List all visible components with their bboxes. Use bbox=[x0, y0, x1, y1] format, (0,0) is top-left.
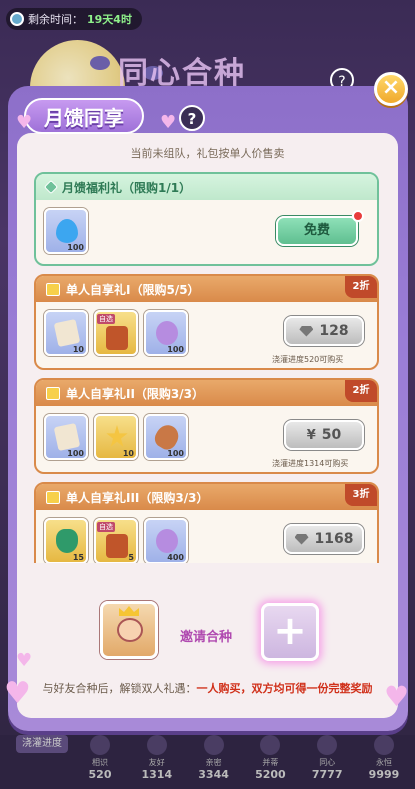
buy-button[interactable]: 128 bbox=[284, 316, 364, 346]
pack-header: 单人自享礼II（限购3/3） bbox=[36, 380, 377, 406]
pack-header: 月馈福利礼（限购1/1） bbox=[36, 174, 377, 200]
invite-friend-button[interactable]: + bbox=[261, 603, 319, 661]
progress-node: 并蒂 5200 bbox=[245, 735, 295, 781]
scroll-icon[interactable]: 100 bbox=[44, 414, 88, 460]
discount-badge: 2折 bbox=[345, 276, 377, 298]
discount-badge: 3折 bbox=[345, 484, 377, 506]
footer-highlight: 一人购买，双方均可得一份完整奖励 bbox=[196, 682, 373, 695]
progress-node: 相识 520 bbox=[75, 735, 125, 781]
player-avatar bbox=[100, 601, 158, 659]
node-icon bbox=[203, 735, 224, 755]
mystery-orb-icon[interactable]: 100 bbox=[144, 310, 188, 356]
pack-name: 月馈福利礼（限购1/1） bbox=[62, 180, 192, 195]
time-value: 19天4时 bbox=[87, 13, 132, 26]
progress-node: 友好 1314 bbox=[132, 735, 182, 781]
chest-icon[interactable]: 自选 bbox=[94, 310, 138, 356]
top-bar: 剩余时间： 19天4时 bbox=[0, 0, 415, 38]
progress-nodes: 相识 520 友好 1314 亲密 3344 并蒂 5200 同心 7777 永恒 9999 bbox=[75, 735, 415, 781]
progress-node: 亲密 3344 bbox=[189, 735, 239, 781]
buy-button[interactable]: ¥ 50 bbox=[284, 420, 364, 450]
pack-card: 单人自享礼II（限购3/3） 2折 100 10 100 ¥ 50 浇灌进度13… bbox=[34, 378, 379, 474]
pack-list[interactable]: 月馈福利礼（限购1/1） 100 免费 单人自享礼I（限购5/5） 2折 10 … bbox=[34, 168, 384, 563]
gem-icon bbox=[299, 325, 314, 337]
green-vase-icon[interactable]: 15 bbox=[44, 518, 88, 563]
crown-icon bbox=[119, 606, 139, 616]
pack-card: 单人自享礼I（限购5/5） 2折 10 自选 100 128 浇灌进度520可购… bbox=[34, 274, 379, 370]
unlock-progress-text: 浇灌进度1314可购买 bbox=[272, 459, 349, 468]
invite-label: 邀请合种 bbox=[180, 630, 233, 645]
star-medal-icon[interactable]: 10 bbox=[94, 414, 138, 460]
coupon-icon: ¥ bbox=[306, 427, 316, 443]
pack-name: 单人自享礼III（限购3/3） bbox=[66, 490, 209, 505]
pack-card: 单人自享礼III（限购3/3） 3折 15 自选 5 400 1168 bbox=[34, 482, 379, 563]
free-claim-button[interactable]: 免费 bbox=[276, 216, 358, 246]
node-icon bbox=[90, 735, 110, 755]
pack-items: 100 10 100 bbox=[44, 414, 188, 460]
pack-name: 单人自享礼I（限购5/5） bbox=[66, 282, 200, 297]
gem-icon bbox=[294, 533, 309, 545]
pack-items: 100 bbox=[44, 208, 88, 254]
red-dot-badge bbox=[352, 210, 364, 222]
gift-icon bbox=[46, 490, 60, 504]
footer-benefit-text: 与好友合种后，解锁双人礼遇：一人购买，双方均可得一份完整奖励 bbox=[17, 680, 398, 696]
footer-prefix: 与好友合种后，解锁双人礼遇： bbox=[42, 682, 197, 695]
dialog-help-icon[interactable]: ? bbox=[179, 105, 205, 131]
pack-items: 10 自选 100 bbox=[44, 310, 188, 356]
gift-icon bbox=[46, 282, 60, 296]
time-label: 剩余时间： bbox=[28, 13, 83, 26]
heart-icon: ♥ bbox=[160, 112, 177, 133]
progress-bar-bottom: 浇灌进度 相识 520 友好 1314 亲密 3344 并蒂 5200 同心 7777 永… bbox=[0, 735, 415, 789]
heart-icon: ♥ bbox=[16, 650, 33, 671]
price: 128 bbox=[319, 323, 349, 339]
heart-icon: ♥ bbox=[16, 112, 33, 133]
pack-header: 单人自享礼I（限购5/5） bbox=[36, 276, 377, 302]
chest-icon[interactable]: 自选 5 bbox=[94, 518, 138, 563]
gift-icon bbox=[46, 386, 60, 400]
water-drop-icon[interactable]: 100 bbox=[44, 208, 88, 254]
buy-button[interactable]: 1168 bbox=[284, 524, 364, 554]
node-icon bbox=[317, 735, 338, 755]
bird-icon bbox=[90, 56, 110, 70]
invite-section: 邀请合种 + bbox=[34, 588, 384, 678]
scroll-icon[interactable]: 10 bbox=[44, 310, 88, 356]
remaining-time-pill: 剩余时间： 19天4时 bbox=[6, 8, 142, 30]
mystery-orb-icon[interactable]: 400 bbox=[144, 518, 188, 563]
progress-node: 永恒 9999 bbox=[359, 735, 409, 781]
heart-icon: ♥ bbox=[384, 680, 410, 713]
progress-node: 同心 7777 bbox=[302, 735, 352, 781]
price: 50 bbox=[321, 427, 342, 443]
price: 1168 bbox=[314, 531, 354, 547]
pack-name: 单人自享礼II（限购3/3） bbox=[66, 386, 205, 401]
pack-card-free: 月馈福利礼（限购1/1） 100 免费 bbox=[34, 172, 379, 266]
progress-label: 浇灌进度 bbox=[16, 735, 68, 753]
team-notice: 当前未组队，礼包按单人价售卖 bbox=[130, 147, 285, 160]
heart-icon: ♥ bbox=[4, 676, 31, 711]
node-icon bbox=[373, 735, 394, 755]
close-button[interactable]: × bbox=[374, 72, 408, 106]
discount-badge: 2折 bbox=[345, 380, 377, 402]
face-icon bbox=[117, 618, 143, 642]
pack-header: 单人自享礼III（限购3/3） bbox=[36, 484, 377, 510]
node-icon bbox=[146, 735, 167, 755]
unlock-progress-text: 浇灌进度520可购买 bbox=[272, 355, 344, 364]
pack-items: 15 自选 5 400 bbox=[44, 518, 188, 563]
clock-icon bbox=[10, 12, 24, 26]
drumstick-icon[interactable]: 100 bbox=[144, 414, 188, 460]
diamond-icon bbox=[43, 179, 59, 195]
dialog-title: 月馈同享 bbox=[24, 98, 144, 134]
node-icon bbox=[260, 735, 281, 755]
